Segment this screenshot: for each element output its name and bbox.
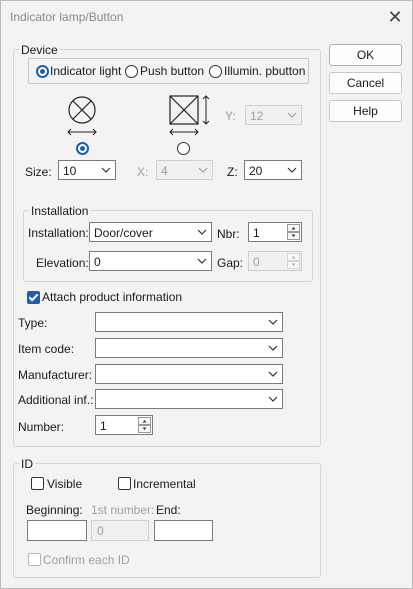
- item-code-label: Item code:: [18, 342, 75, 356]
- installation-legend: Installation: [29, 204, 91, 218]
- close-icon[interactable]: ✕: [385, 7, 405, 27]
- end-label: End:: [156, 503, 181, 517]
- elevation-value: 0: [94, 255, 101, 269]
- chevron-down-icon: [287, 167, 297, 173]
- spin-up-icon[interactable]: [287, 224, 300, 232]
- radio-symbol-lamp[interactable]: [76, 142, 89, 155]
- beginning-field[interactable]: [27, 520, 87, 541]
- x-value: 4: [161, 164, 168, 178]
- dialog-window: Indicator lamp/Button ✕ OK Cancel Help D…: [0, 0, 413, 589]
- spin-down-icon[interactable]: [287, 232, 300, 240]
- nbr-value: 1: [253, 226, 260, 240]
- spin-down-icon[interactable]: [138, 425, 151, 433]
- number-value: 1: [100, 419, 107, 433]
- confirm-each-id-checkbox[interactable]: [28, 553, 41, 566]
- chevron-down-icon: [101, 167, 111, 173]
- y-label: Y:: [225, 109, 236, 123]
- additional-inf-label: Additional inf.:: [18, 393, 94, 407]
- installation-label: Installation:: [28, 226, 89, 240]
- incremental-checkbox[interactable]: [118, 477, 131, 490]
- gap-label: Gap:: [217, 256, 244, 270]
- first-number-value: 0: [97, 524, 104, 538]
- radio-symbol-box[interactable]: [177, 142, 190, 155]
- type-label: Type:: [18, 316, 48, 330]
- chevron-down-icon: [268, 345, 278, 351]
- installation-group: [23, 210, 313, 282]
- attach-product-label[interactable]: Attach product information: [42, 290, 182, 304]
- size-dropdown[interactable]: 10: [58, 160, 116, 180]
- box-cross-dimension-icon: [169, 95, 210, 136]
- radio-illumin-pbutton-label[interactable]: Illumin. pbutton: [224, 64, 305, 78]
- item-code-dropdown[interactable]: [95, 338, 283, 358]
- gap-value: 0: [253, 255, 260, 269]
- nbr-label: Nbr:: [217, 227, 240, 241]
- cancel-button[interactable]: Cancel: [329, 72, 402, 94]
- radio-indicator-light[interactable]: [36, 65, 49, 78]
- visible-checkbox[interactable]: [31, 477, 44, 490]
- chevron-down-icon: [268, 396, 278, 402]
- size-value: 10: [63, 164, 77, 178]
- manufacturer-label: Manufacturer:: [18, 368, 93, 382]
- number-label: Number:: [18, 420, 65, 434]
- window-title: Indicator lamp/Button: [10, 10, 124, 24]
- chevron-down-icon: [197, 258, 207, 264]
- confirm-each-id-label[interactable]: Confirm each ID: [43, 553, 130, 567]
- manufacturer-dropdown[interactable]: [95, 364, 283, 384]
- x-dropdown[interactable]: 4: [156, 160, 213, 180]
- device-legend: Device: [19, 43, 60, 57]
- id-legend: ID: [19, 457, 35, 471]
- spin-up-icon[interactable]: [287, 253, 300, 261]
- size-label: Size:: [25, 165, 52, 179]
- ok-button[interactable]: OK: [329, 44, 402, 66]
- help-button[interactable]: Help: [329, 100, 402, 122]
- y-value: 12: [250, 109, 264, 123]
- chevron-down-icon: [287, 112, 297, 118]
- end-field[interactable]: [154, 520, 213, 541]
- radio-push-button-label[interactable]: Push button: [140, 64, 204, 78]
- y-dropdown[interactable]: 12: [245, 105, 302, 125]
- lamp-cross-circle-icon: [67, 96, 97, 136]
- chevron-down-icon: [197, 229, 207, 235]
- chevron-down-icon: [268, 319, 278, 325]
- elevation-label: Elevation:: [36, 256, 89, 270]
- type-dropdown[interactable]: [95, 312, 283, 332]
- z-value: 20: [249, 164, 263, 178]
- first-number-label: 1st number:: [91, 503, 155, 517]
- visible-label[interactable]: Visible: [47, 477, 82, 491]
- chevron-down-icon: [268, 371, 278, 377]
- title-bar: Indicator lamp/Button ✕: [1, 1, 412, 33]
- beginning-label: Beginning:: [26, 503, 83, 517]
- incremental-label[interactable]: Incremental: [133, 477, 196, 491]
- radio-push-button[interactable]: [125, 65, 138, 78]
- gap-spinner[interactable]: 0: [248, 251, 302, 271]
- z-dropdown[interactable]: 20: [244, 160, 302, 180]
- first-number-field[interactable]: 0: [91, 520, 149, 541]
- elevation-dropdown[interactable]: 0: [89, 251, 212, 271]
- spin-up-icon[interactable]: [138, 417, 151, 425]
- x-label: X:: [137, 165, 149, 179]
- additional-inf-dropdown[interactable]: [95, 389, 283, 409]
- radio-indicator-light-label[interactable]: Indicator light: [50, 64, 121, 78]
- number-spinner[interactable]: 1: [95, 415, 153, 435]
- spin-down-icon[interactable]: [287, 261, 300, 269]
- installation-dropdown[interactable]: Door/cover: [89, 222, 212, 242]
- chevron-down-icon: [198, 167, 208, 173]
- attach-product-checkbox[interactable]: [27, 291, 40, 304]
- radio-illumin-pbutton[interactable]: [209, 65, 222, 78]
- z-label: Z:: [227, 165, 238, 179]
- nbr-spinner[interactable]: 1: [248, 222, 302, 242]
- installation-value: Door/cover: [94, 226, 153, 240]
